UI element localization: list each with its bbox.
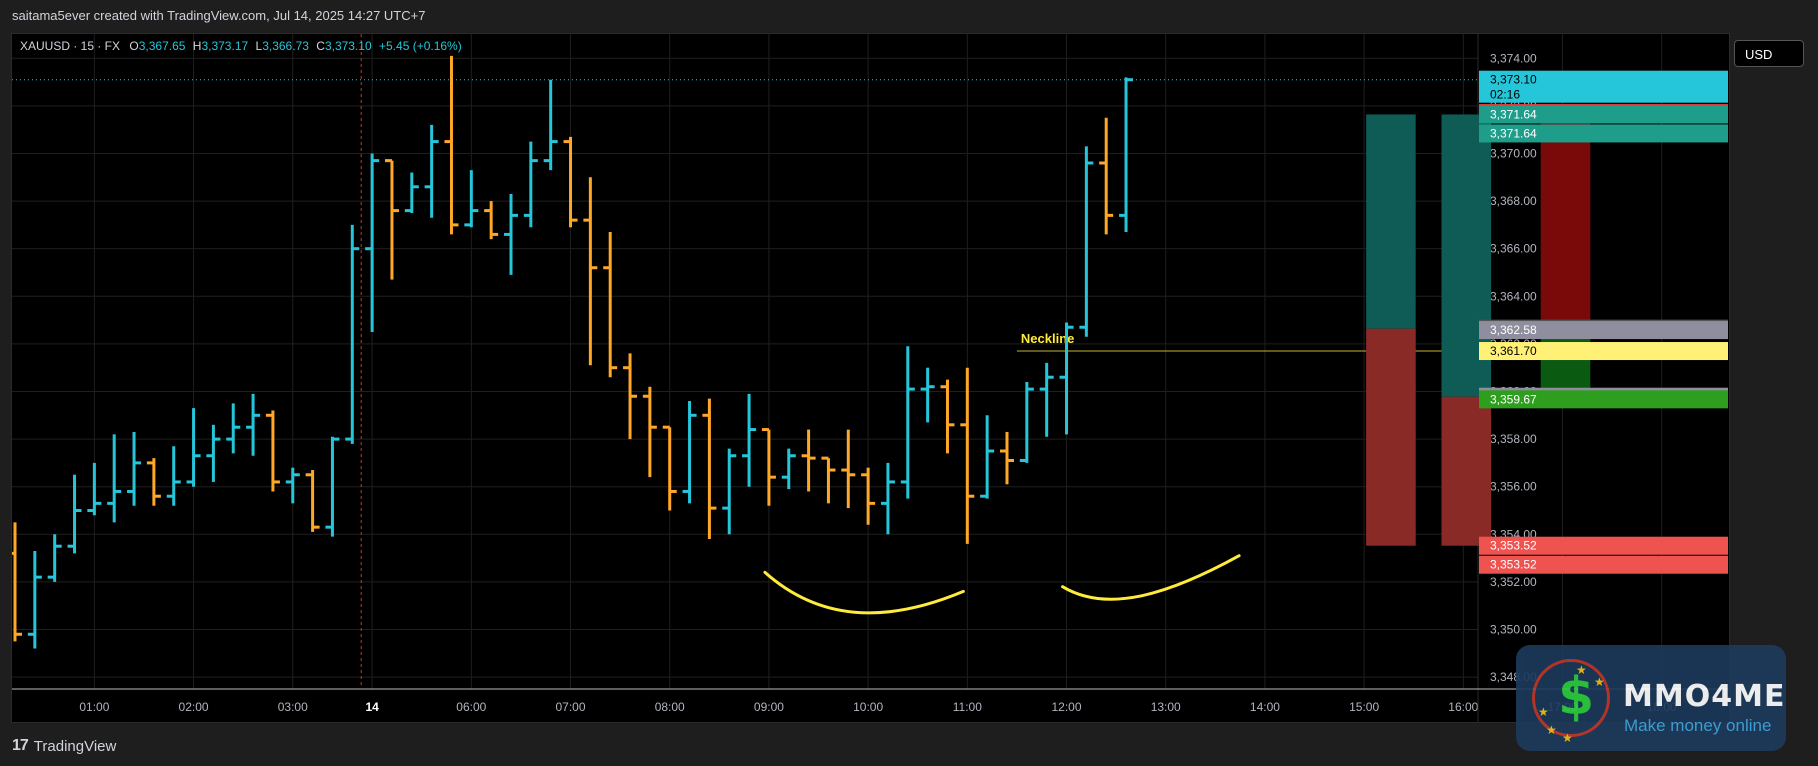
position-box-upper <box>1540 113 1591 331</box>
close-label: C <box>316 39 325 53</box>
high-value: 3,373.17 <box>201 39 249 53</box>
price-axis-label: 3,371.64 <box>1490 126 1537 140</box>
time-tick-label: 01:00 <box>79 700 109 714</box>
price-axis-label: 3,353.52 <box>1490 539 1537 553</box>
price-tick-label: 3,374.00 <box>1490 51 1537 65</box>
open-label: O <box>129 39 139 53</box>
currency-button[interactable]: USD <box>1734 40 1804 67</box>
price-axis-label: 3,359.67 <box>1490 392 1537 406</box>
price-tick-label: 3,352.00 <box>1490 575 1537 589</box>
tradingview-brand: TradingView <box>33 737 117 755</box>
symbol-label: XAUUSD · 15 · FX <box>20 39 121 53</box>
time-tick-label: 02:00 <box>179 700 209 714</box>
position-box-lower <box>1441 396 1492 546</box>
price-tick-label: 3,358.00 <box>1490 432 1537 446</box>
tradingview-logo[interactable]: 17 TradingView <box>12 737 116 755</box>
star-icon: ★ <box>1546 723 1557 737</box>
time-tick-label: 14 <box>365 700 379 714</box>
mmo4me-watermark: $ ★ ★ ★ ★ ★ MMO4ME Make money online <box>1516 645 1786 751</box>
mmo4me-tagline: Make money online <box>1624 716 1772 735</box>
price-tick-label: 3,366.00 <box>1490 242 1537 256</box>
time-tick-label: 12:00 <box>1052 700 1082 714</box>
time-tick-label: 03:00 <box>278 700 308 714</box>
mmo4me-brand: MMO4ME <box>1623 679 1786 714</box>
time-tick-label: 06:00 <box>456 700 486 714</box>
change-value: +5.45 (+0.16%) <box>379 39 462 53</box>
low-value: 3,366.73 <box>262 39 309 53</box>
symbol-legend: XAUUSD · 15 · FX O3,367.65 H3,373.17 L3,… <box>20 39 462 53</box>
price-tick-label: 3,350.00 <box>1490 622 1537 636</box>
chart-area[interactable]: 3,348.00 3,350.00 3,352.00 3,354.00 3,356.00… <box>11 33 1730 723</box>
price-tick-label: 3,368.00 <box>1490 194 1537 208</box>
ohlc-chart[interactable]: 3,348.003,350.003,352.003,354.003,356.00… <box>12 34 1729 722</box>
time-tick-label: 09:00 <box>754 700 784 714</box>
time-tick-label: 16:00 <box>1448 700 1478 714</box>
position-box-lower <box>1366 328 1416 546</box>
price-tick-label: 3,364.00 <box>1490 289 1537 303</box>
price-axis-label: 3,362.58 <box>1490 323 1537 337</box>
star-icon: ★ <box>1562 731 1573 745</box>
time-tick-label: 14:00 <box>1250 700 1280 714</box>
price-axis-label: 3,353.52 <box>1490 558 1537 572</box>
position-box-upper <box>1366 114 1416 329</box>
price-axis-label: 3,361.70 <box>1490 344 1537 358</box>
time-tick-label: 08:00 <box>655 700 685 714</box>
countdown-label: 02:16 <box>1490 88 1520 102</box>
star-icon: ★ <box>1576 663 1587 677</box>
chart-header: saitama5ever created with TradingView.co… <box>12 8 426 23</box>
open-value: 3,367.65 <box>138 39 186 53</box>
close-value: 3,373.10 <box>324 39 372 53</box>
hand-drawn-curve <box>1061 554 1241 601</box>
time-tick-label: 13:00 <box>1151 700 1181 714</box>
tradingview-icon: 17 <box>12 737 29 754</box>
star-icon: ★ <box>1538 705 1549 719</box>
time-tick-label: 11:00 <box>953 700 982 714</box>
time-tick-label: 07:00 <box>556 700 586 714</box>
price-axis-label: 3,373.10 <box>1490 73 1537 87</box>
price-tick-label: 3,370.00 <box>1490 146 1537 160</box>
price-tick-label: 3,356.00 <box>1490 480 1537 494</box>
time-tick-label: 10:00 <box>853 700 883 714</box>
star-icon: ★ <box>1594 675 1605 689</box>
time-tick-label: 15:00 <box>1349 700 1379 714</box>
hand-drawn-curve <box>763 570 965 615</box>
price-axis-label: 3,371.64 <box>1490 107 1537 121</box>
